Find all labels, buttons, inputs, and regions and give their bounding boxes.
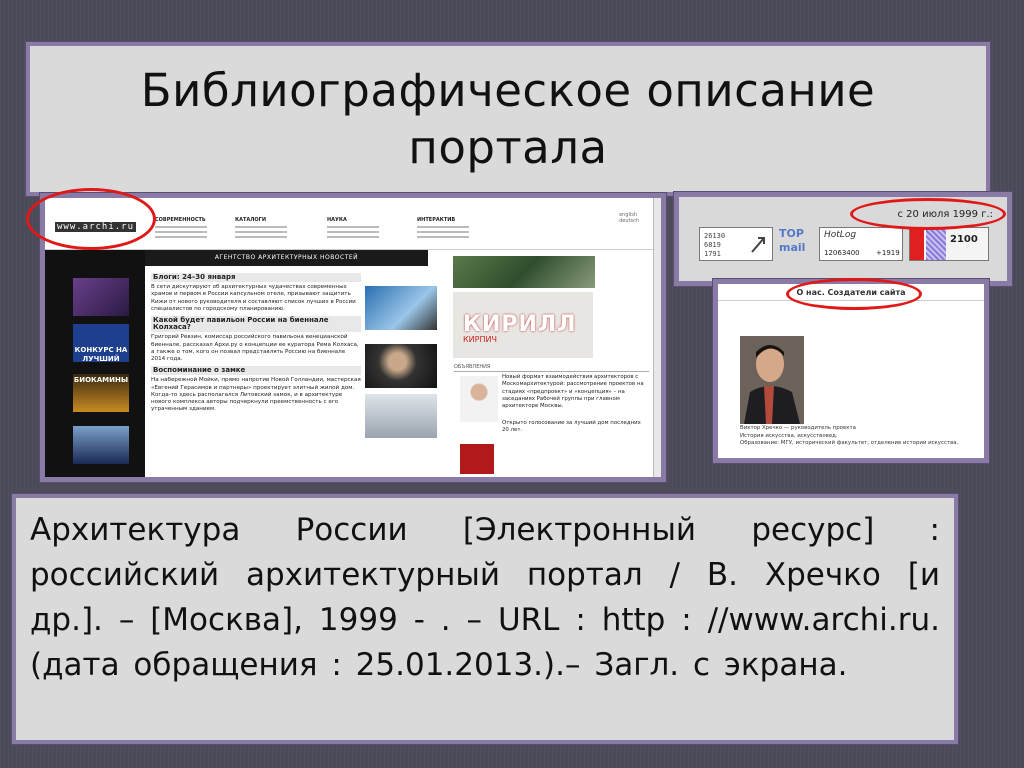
aerial-photo [453,256,595,288]
contest-banner-label: КОНКУРС НА ЛУЧШИЙ [74,346,128,363]
title-box: Библиографическое описание портала [25,41,991,197]
site-left-column: КОНКУРС НА ЛУЧШИЙ БИОКАМИНЫ [45,250,145,477]
brick-ad-subtitle: КИРПИЧ [463,335,497,344]
about-text: Виктор Хречко — руководитель проекта Ист… [740,425,959,447]
banner-image [73,278,129,316]
news-text: В сети дискутируют об архитектурных чуда… [151,284,356,312]
language-switch: english deutsch [619,212,639,224]
counter-graph-icon: 26130 6819 1791 [704,232,765,258]
announcement-photo [460,376,498,422]
nav-column: ИНТЕРАКТИВ [417,217,469,241]
news-text: Григорий Ревзин, комиссар российского па… [151,334,359,363]
yandex-logo [910,228,924,260]
brick-ad-title: КИРИЛЛ [463,312,577,337]
citation-box: Архитектура России [Электронный ресурс] … [11,493,959,745]
news-heading: Какой будет павильон России на биеннале … [151,316,361,333]
news-column: Блоги: 24–30 января В сети дискутируют о… [151,270,361,413]
news-heading: Воспоминание о замке [151,366,361,376]
highlight-ellipse-logo [26,188,156,250]
slide-title: Библиографическое описание портала [140,64,876,174]
news-heading: Блоги: 24–30 января [151,273,361,283]
news-thumbnail [365,394,437,438]
announcement-text: Открыто голосование за лучший дом послед… [502,420,641,434]
announcements-heading: ОБЪЯВЛЕНИЯ [454,364,649,373]
citation-text: Архитектура России [Электронный ресурс] … [30,512,940,683]
yandex-counter: 2100 [909,227,989,261]
person-photo-icon [740,336,804,424]
svg-text:6819: 6819 [704,241,721,249]
news-thumbnail [365,286,437,330]
hotlog-counter: HotLog 12063400 +1919 [819,227,903,261]
news-thumbnail [365,344,437,388]
svg-text:26130: 26130 [704,232,725,240]
pattern-block [926,228,946,260]
svg-text:1791: 1791 [704,250,721,258]
author-photo [740,336,804,424]
building-banner [73,426,129,464]
highlight-ellipse-about [786,278,922,310]
news-bar: АГЕНТСТВО АРХИТЕКТУРНЫХ НОВОСТЕЙ [145,250,428,266]
top-mail-counter: TOP mail [779,227,813,261]
announcements: ОБЪЯВЛЕНИЯ Новый формат взаимодействия а… [454,364,649,474]
scrollbar[interactable] [653,198,661,477]
announcement-logo [460,444,494,474]
news-text: На набережной Мойки, прямо напротив Ново… [151,377,361,413]
nav-column: НАУКА [327,217,379,241]
fireplace-banner-label: БИОКАМИНЫ [73,376,129,384]
announcement-text: Новый формат взаимодействия архитекторов… [502,374,644,410]
highlight-ellipse-date [850,198,1006,230]
liveinternet-counter: 26130 6819 1791 [699,227,773,261]
nav-column: СОВРЕМЕННОСТЬ [155,217,207,241]
nav-column: КАТАЛОГИ [235,217,287,241]
